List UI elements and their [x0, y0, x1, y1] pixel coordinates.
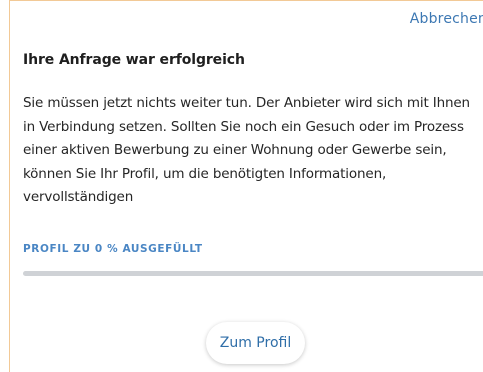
- success-dialog: Abbrechen Ihre Anfrage war erfolgreich S…: [9, 0, 483, 372]
- dialog-message: Sie müssen jetzt nichts weiter tun. Der …: [23, 95, 470, 205]
- to-profile-button[interactable]: Zum Profil: [206, 322, 305, 364]
- cancel-link[interactable]: Abbrechen: [410, 11, 483, 27]
- profile-progress-bar: [23, 271, 483, 276]
- profile-progress-label: PROFIL ZU 0 % AUSGEFÜLLT: [23, 243, 203, 255]
- dialog-title: Ihre Anfrage war erfolgreich: [23, 52, 245, 68]
